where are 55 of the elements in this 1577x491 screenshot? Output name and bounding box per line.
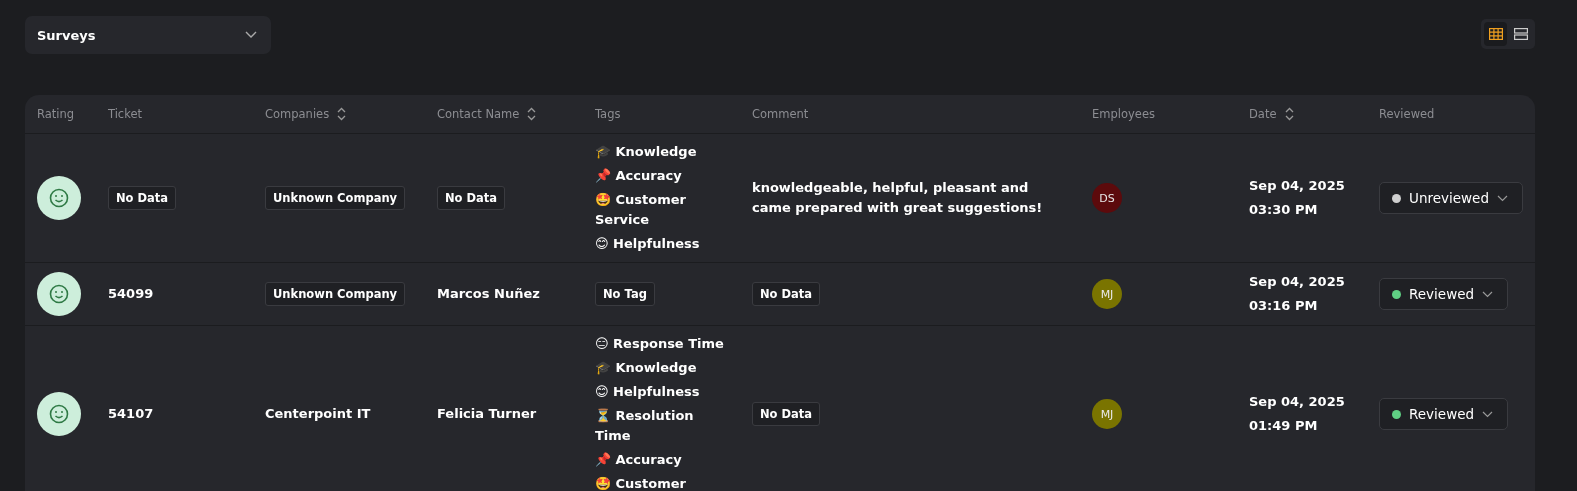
- date-text: Sep 04, 2025: [1249, 393, 1345, 411]
- review-status-dropdown[interactable]: Reviewed: [1379, 278, 1509, 310]
- chevron-down-icon: [1496, 194, 1508, 202]
- company-name: Centerpoint IT: [265, 405, 371, 423]
- column-header[interactable]: Contact Name: [437, 107, 520, 121]
- review-status-dropdown[interactable]: Unreviewed: [1379, 182, 1523, 214]
- ticket-number-tag: No Data: [108, 186, 177, 210]
- ticket-number: 54099: [108, 285, 154, 303]
- column-header[interactable]: Companies: [265, 107, 330, 121]
- tag-label: 😊 Helpfulness: [595, 235, 700, 253]
- chevron-down-icon: [245, 31, 257, 39]
- survey-dropdown[interactable]: Surveys: [25, 16, 271, 54]
- chevron-down-icon: [1482, 410, 1494, 418]
- review-status-dropdown[interactable]: Reviewed: [1379, 398, 1509, 430]
- time-text: 03:16 PM: [1249, 297, 1318, 315]
- rows-icon: [1513, 28, 1528, 40]
- contact-name-tag: No Data: [437, 186, 506, 210]
- date-text: Sep 04, 2025: [1249, 273, 1345, 291]
- comment-text-tag: No Data: [752, 402, 821, 426]
- contact-name: Felicia Turner: [437, 405, 537, 423]
- column-header: Employees: [1092, 107, 1155, 121]
- column-header: Rating: [37, 107, 75, 121]
- ticket-number: 54107: [108, 405, 154, 423]
- chevron-down-icon: [1482, 290, 1494, 298]
- sort-icon[interactable]: [527, 107, 537, 121]
- table-grid-icon: [1488, 28, 1503, 40]
- tag-label: 🎓 Knowledge: [595, 359, 697, 377]
- tag-label-tag: No Tag: [595, 282, 655, 306]
- time-text: 01:49 PM: [1249, 417, 1318, 435]
- view-toggle-button[interactable]: [1484, 22, 1507, 46]
- tag-label: 🎓 Knowledge: [595, 143, 697, 161]
- company-name-tag: Unknown Company: [265, 282, 406, 306]
- tag-label: 🤩 Customer Service: [595, 191, 687, 229]
- employee-avatar: MJ: [1092, 399, 1122, 429]
- column-header[interactable]: Date: [1249, 107, 1277, 121]
- tag-label: 😊 Helpfulness: [595, 383, 700, 401]
- tag-label: 🤩 Customer: [595, 475, 686, 491]
- column-header: Tags: [595, 107, 621, 121]
- comment-text-tag: No Data: [752, 282, 821, 306]
- column-header: Reviewed: [1379, 107, 1435, 121]
- sort-icon[interactable]: [337, 107, 347, 121]
- employee-avatar: DS: [1092, 183, 1122, 213]
- contact-name: Marcos Nuñez: [437, 285, 540, 303]
- tag-label: 📌 Accuracy: [595, 451, 682, 469]
- comment-text: knowledgeable, helpful, pleasant and came prepared with great suggestions!: [752, 179, 1044, 217]
- sort-icon[interactable]: [1284, 107, 1294, 121]
- column-header: Comment: [752, 107, 809, 121]
- column-header: Ticket: [108, 107, 143, 121]
- tag-label: 😑 Response Time: [595, 335, 724, 353]
- tag-label: ⏳ Resolution Time: [595, 407, 695, 445]
- date-text: Sep 04, 2025: [1249, 177, 1345, 195]
- company-name-tag: Unknown Company: [265, 186, 406, 210]
- tag-label: 📌 Accuracy: [595, 167, 682, 185]
- employee-avatar: MJ: [1092, 279, 1122, 309]
- time-text: 03:30 PM: [1249, 201, 1318, 219]
